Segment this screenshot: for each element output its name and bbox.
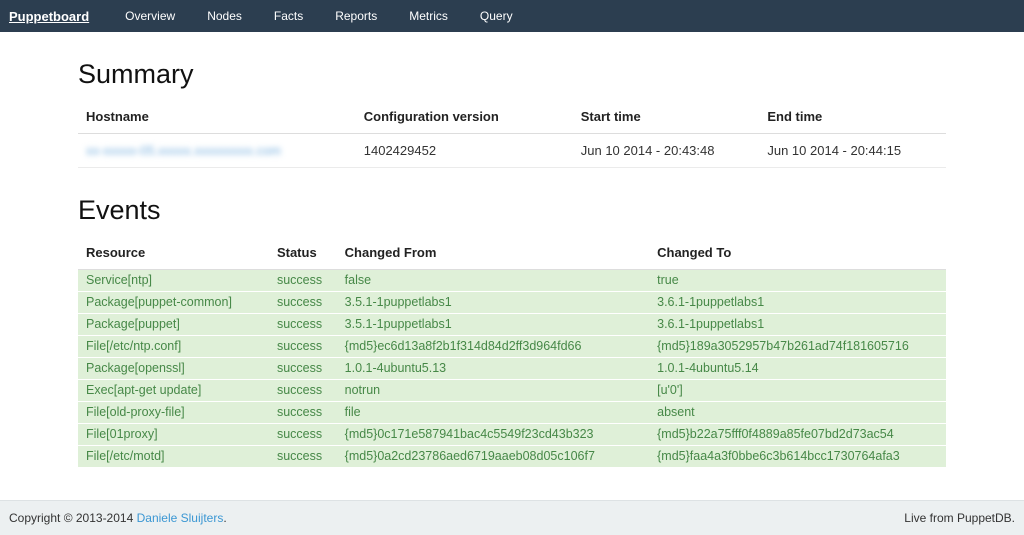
column-header-end-time: End time (759, 100, 946, 134)
events-heading: Events (78, 195, 946, 226)
table-row: File[/etc/ntp.conf]success{md5}ec6d13a8f… (78, 336, 946, 358)
start-time-cell: Jun 10 2014 - 20:43:48 (573, 134, 760, 168)
event-resource-cell: Exec[apt-get update] (78, 380, 269, 402)
table-row: Package[puppet]success3.5.1-1puppetlabs1… (78, 314, 946, 336)
event-status-cell: success (269, 314, 337, 336)
event-changed-to-cell: true (649, 270, 946, 292)
brand-puppetboard[interactable]: Puppetboard (0, 0, 109, 32)
column-header-configuration-version: Configuration version (356, 100, 573, 134)
event-status-cell: success (269, 358, 337, 380)
footer: Copyright © 2013-2014 Daniele Sluijters.… (0, 500, 1024, 535)
end-time-cell: Jun 10 2014 - 20:44:15 (759, 134, 946, 168)
summary-heading: Summary (78, 59, 946, 90)
nav-item-reports[interactable]: Reports (319, 0, 393, 32)
table-row: Service[ntp]successfalsetrue (78, 270, 946, 292)
column-header-status: Status (269, 236, 337, 270)
table-row: Package[puppet-common]success3.5.1-1pupp… (78, 292, 946, 314)
nav-item-facts[interactable]: Facts (258, 0, 319, 32)
event-changed-to-cell: {md5}189a3052957b47b261ad74f181605716 (649, 336, 946, 358)
copyright-text: Copyright © 2013-2014 Daniele Sluijters. (9, 511, 227, 525)
summary-table: Hostname Configuration version Start tim… (78, 100, 946, 168)
main-content: Summary Hostname Configuration version S… (0, 32, 1024, 500)
column-header-hostname: Hostname (78, 100, 356, 134)
event-status-cell: success (269, 336, 337, 358)
event-changed-from-cell: 1.0.1-4ubuntu5.13 (337, 358, 649, 380)
event-resource-cell: File[/etc/motd] (78, 446, 269, 468)
event-resource-cell: Service[ntp] (78, 270, 269, 292)
live-from-puppetdb-text: Live from PuppetDB. (904, 511, 1015, 525)
author-link[interactable]: Daniele Sluijters (137, 511, 224, 525)
event-resource-cell: File[/etc/ntp.conf] (78, 336, 269, 358)
table-row: File[01proxy]success{md5}0c171e587941bac… (78, 424, 946, 446)
event-changed-to-cell: [u'0'] (649, 380, 946, 402)
event-changed-from-cell: {md5}ec6d13a8f2b1f314d84d2ff3d964fd66 (337, 336, 649, 358)
event-status-cell: success (269, 380, 337, 402)
event-changed-to-cell: 3.6.1-1puppetlabs1 (649, 292, 946, 314)
nav-item-nodes[interactable]: Nodes (191, 0, 258, 32)
column-header-resource: Resource (78, 236, 269, 270)
summary-header-row: Hostname Configuration version Start tim… (78, 100, 946, 134)
event-status-cell: success (269, 292, 337, 314)
hostname-link[interactable]: xx-xxxxx-05.xxxxx.xxxxxxxxx.com (86, 143, 281, 158)
column-header-changed-to: Changed To (649, 236, 946, 270)
events-header-row: Resource Status Changed From Changed To (78, 236, 946, 270)
event-status-cell: success (269, 424, 337, 446)
event-resource-cell: Package[puppet] (78, 314, 269, 336)
event-changed-from-cell: false (337, 270, 649, 292)
events-table: Resource Status Changed From Changed To … (78, 236, 946, 468)
event-resource-cell: Package[openssl] (78, 358, 269, 380)
event-changed-to-cell: 1.0.1-4ubuntu5.14 (649, 358, 946, 380)
nav-item-overview[interactable]: Overview (109, 0, 191, 32)
table-row: Package[openssl]success1.0.1-4ubuntu5.13… (78, 358, 946, 380)
nav-item-metrics[interactable]: Metrics (393, 0, 464, 32)
events-table-body: Service[ntp]successfalsetruePackage[pupp… (78, 270, 946, 468)
table-row: File[old-proxy-file]successfileabsent (78, 402, 946, 424)
event-changed-to-cell: {md5}b22a75fff0f4889a85fe07bd2d73ac54 (649, 424, 946, 446)
event-changed-from-cell: 3.5.1-1puppetlabs1 (337, 314, 649, 336)
event-resource-cell: File[old-proxy-file] (78, 402, 269, 424)
top-navbar: Puppetboard Overview Nodes Facts Reports… (0, 0, 1024, 32)
summary-row: xx-xxxxx-05.xxxxx.xxxxxxxxx.com 14024294… (78, 134, 946, 168)
event-changed-from-cell: 3.5.1-1puppetlabs1 (337, 292, 649, 314)
nav-item-query[interactable]: Query (464, 0, 529, 32)
event-status-cell: success (269, 446, 337, 468)
column-header-changed-from: Changed From (337, 236, 649, 270)
event-status-cell: success (269, 402, 337, 424)
column-header-start-time: Start time (573, 100, 760, 134)
event-changed-from-cell: notrun (337, 380, 649, 402)
table-row: File[/etc/motd]success{md5}0a2cd23786aed… (78, 446, 946, 468)
table-row: Exec[apt-get update]successnotrun[u'0'] (78, 380, 946, 402)
event-changed-to-cell: absent (649, 402, 946, 424)
event-changed-from-cell: {md5}0a2cd23786aed6719aaeb08d05c106f7 (337, 446, 649, 468)
event-changed-from-cell: file (337, 402, 649, 424)
event-changed-from-cell: {md5}0c171e587941bac4c5549f23cd43b323 (337, 424, 649, 446)
event-status-cell: success (269, 270, 337, 292)
content-container: Summary Hostname Configuration version S… (78, 59, 946, 468)
hostname-cell: xx-xxxxx-05.xxxxx.xxxxxxxxx.com (78, 134, 356, 168)
event-changed-to-cell: {md5}faa4a3f0bbe6c3b614bcc1730764afa3 (649, 446, 946, 468)
configuration-version-cell: 1402429452 (356, 134, 573, 168)
copyright-period: . (223, 511, 226, 525)
event-changed-to-cell: 3.6.1-1puppetlabs1 (649, 314, 946, 336)
event-resource-cell: Package[puppet-common] (78, 292, 269, 314)
event-resource-cell: File[01proxy] (78, 424, 269, 446)
copyright-label: Copyright © 2013-2014 (9, 511, 133, 525)
